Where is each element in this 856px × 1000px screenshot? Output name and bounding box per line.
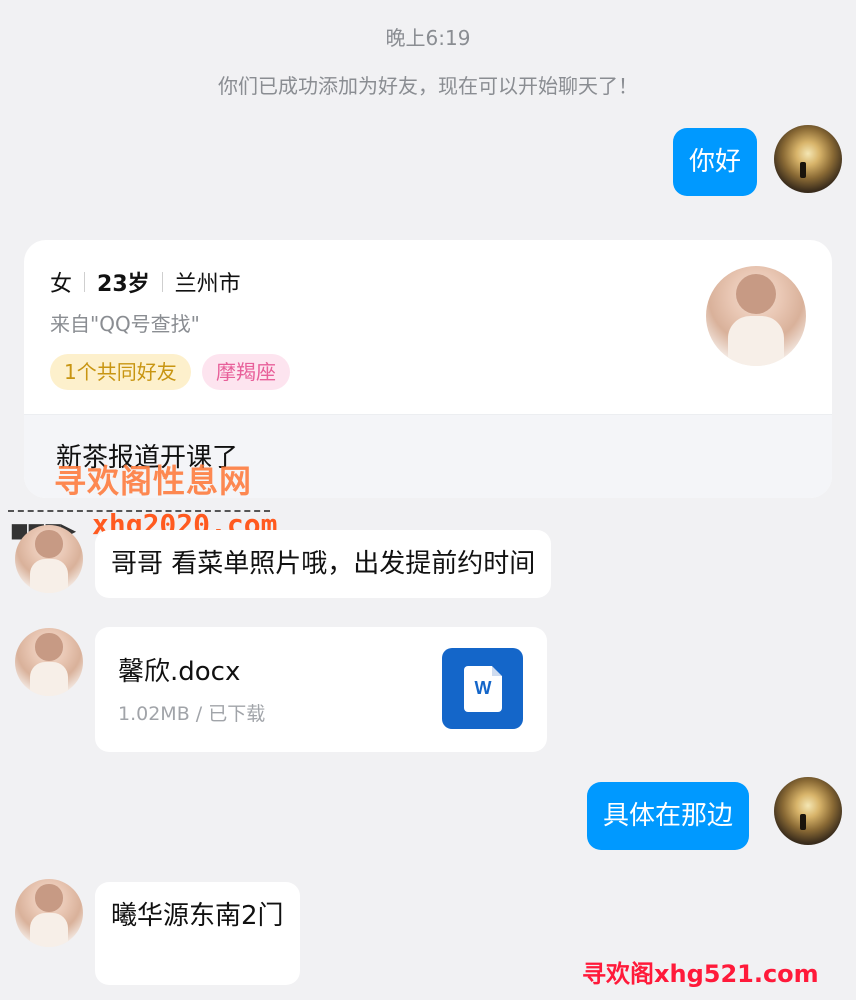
file-message-card[interactable]: 馨欣.docx 1.02MB / 已下载 W: [95, 627, 547, 752]
chat-window: 晚上6:19 你们已成功添加为好友，现在可以开始聊天了！ 你好 女 23岁 兰州…: [0, 0, 856, 1000]
document-shape: W: [464, 666, 502, 712]
profile-age: 23岁: [97, 272, 150, 297]
message-timestamp: 晚上6:19: [385, 26, 471, 50]
profile-city: 兰州市: [174, 272, 241, 297]
divider: [161, 272, 163, 292]
friend-message-bubble[interactable]: 曦华源东南2门: [95, 882, 300, 985]
friend-avatar[interactable]: [15, 879, 83, 947]
message-text: 具体在那边: [603, 801, 734, 831]
self-message-bubble[interactable]: 你好: [673, 128, 758, 196]
word-file-icon: W: [442, 648, 523, 729]
zodiac-tag: 摩羯座: [202, 354, 290, 390]
watermark-corner-text: 寻欢阁xhg521.com: [582, 960, 819, 988]
self-avatar[interactable]: [774, 125, 842, 193]
self-message-bubble[interactable]: 具体在那边: [587, 782, 750, 850]
watermark-text: 寻欢阁性息网: [54, 462, 253, 500]
message-text: 曦华源东南2门: [111, 901, 284, 931]
profile-avatar[interactable]: [706, 266, 806, 366]
message-text: 哥哥 看菜单照片哦，出发提前约时间: [111, 549, 536, 579]
friend-avatar[interactable]: [15, 525, 83, 593]
word-letter: W: [474, 678, 492, 698]
friend-avatar[interactable]: [15, 628, 83, 696]
file-name: 馨欣.docx: [118, 657, 241, 687]
self-avatar[interactable]: [774, 777, 842, 845]
mutual-friends-tag[interactable]: 1个共同好友: [50, 354, 191, 390]
file-meta: 1.02MB / 已下载: [118, 703, 266, 725]
profile-gender: 女: [50, 272, 73, 297]
message-text: 你好: [689, 147, 742, 177]
divider: [84, 272, 86, 292]
profile-basic-info: 女 23岁 兰州市: [50, 266, 241, 298]
friend-message-bubble[interactable]: 哥哥 看菜单照片哦，出发提前约时间: [95, 530, 552, 598]
profile-source: 来自"QQ号查找": [50, 312, 200, 336]
system-notice: 你们已成功添加为好友，现在可以开始聊天了！: [218, 74, 638, 98]
